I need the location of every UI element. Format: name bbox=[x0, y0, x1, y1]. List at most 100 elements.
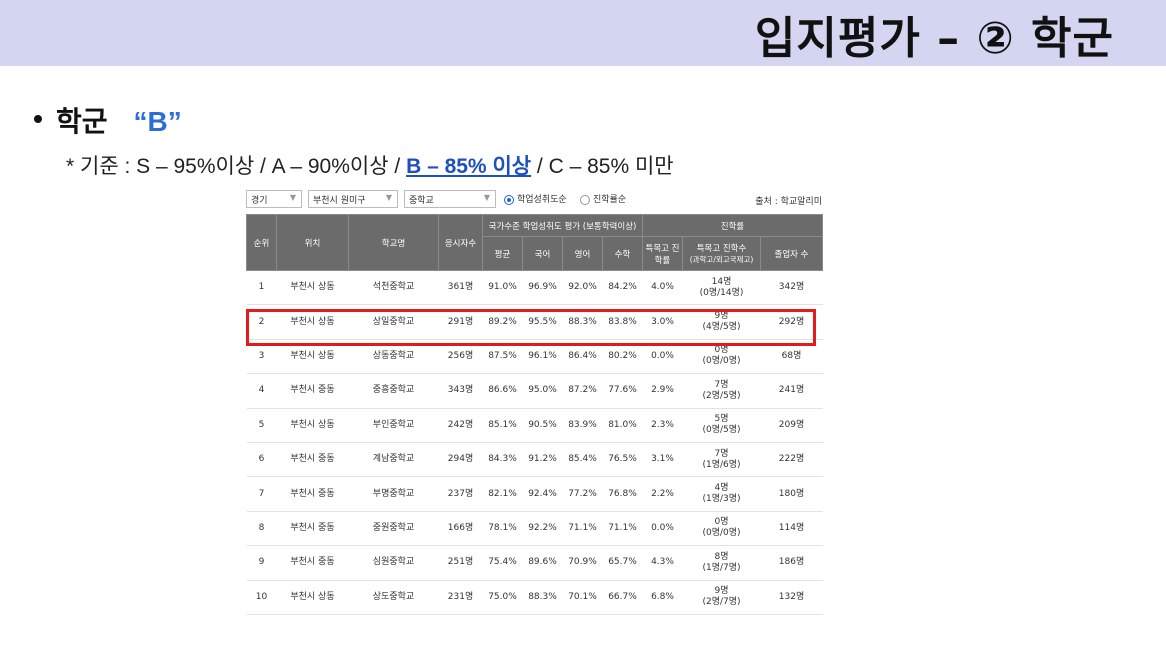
radio-advance-label: 진학률순 bbox=[593, 195, 627, 205]
cell-english: 87.2% bbox=[562, 373, 603, 409]
header-graduates: 졸업자 수 bbox=[760, 236, 823, 271]
cell-school: 계남중학교 bbox=[348, 442, 439, 478]
cell-location: 부천시 중동 bbox=[276, 373, 349, 409]
cell-location: 부천시 중동 bbox=[276, 545, 349, 581]
header-average: 평균 bbox=[482, 236, 523, 271]
cell-avg: 84.3% bbox=[482, 442, 523, 478]
cell-korean: 89.6% bbox=[522, 545, 563, 581]
bullet-dot-icon bbox=[34, 115, 42, 123]
cell-rank: 5 bbox=[246, 408, 277, 443]
table-row: 10 부천시 상동 상도중학교 231명 75.0% 88.3% 70.1% 66.7% 6.8… bbox=[246, 580, 823, 615]
page-title: 입지평가 – ② 학군 bbox=[754, 13, 1114, 64]
cell-graduates: 241명 bbox=[760, 373, 823, 409]
city-select[interactable]: 부천시 원미구 ▼ bbox=[308, 190, 398, 208]
source-note: 출처 : 학교알리미 bbox=[755, 197, 822, 207]
cell-special-rate: 0.0% bbox=[642, 511, 683, 547]
special-count-total: 7명 bbox=[714, 379, 729, 390]
table-row: 9 부천시 중동 심원중학교 251명 75.4% 89.6% 70.9% 65.7% 4.3%… bbox=[246, 545, 823, 581]
special-count-detail: (0명/0명) bbox=[702, 528, 741, 539]
header-english: 영어 bbox=[562, 236, 603, 271]
radio-achievement[interactable]: 학업성취도순 bbox=[504, 192, 567, 205]
cell-special-count: 9명 (2명/7명) bbox=[682, 580, 761, 615]
region-select-value: 경기 bbox=[251, 196, 268, 206]
region-select[interactable]: 경기 ▼ bbox=[246, 190, 302, 208]
cell-school: 부명중학교 bbox=[348, 476, 439, 512]
cell-special-count: 7명 (1명/6명) bbox=[682, 442, 761, 478]
cell-rank: 8 bbox=[246, 511, 277, 547]
school-level-select[interactable]: 중학교 ▼ bbox=[404, 190, 496, 208]
cell-avg: 75.0% bbox=[482, 580, 523, 615]
cell-graduates: 222명 bbox=[760, 442, 823, 478]
header-advance-group: 진학률 bbox=[642, 214, 823, 237]
criteria-prefix: * 기준 : S – 95%이상 / A – 90%이상 / bbox=[66, 155, 407, 178]
cell-avg: 85.1% bbox=[482, 408, 523, 443]
special-count-detail: (0명/5명) bbox=[702, 425, 741, 436]
cell-graduates: 186명 bbox=[760, 545, 823, 581]
criteria-highlight: B – 85% 이상 bbox=[406, 155, 532, 178]
highlight-box bbox=[246, 309, 816, 346]
bullet-label: 학군 bbox=[56, 105, 108, 138]
special-count-detail: (0명/14명) bbox=[699, 287, 744, 298]
cell-examinees: 251명 bbox=[438, 545, 483, 581]
cell-location: 부천시 중동 bbox=[276, 442, 349, 478]
radio-checked-icon bbox=[504, 194, 514, 205]
cell-school: 중원중학교 bbox=[348, 511, 439, 547]
header-special-count-sub: (과학고/외고국제고) bbox=[689, 255, 754, 264]
cell-rank: 9 bbox=[246, 545, 277, 581]
radio-achievement-label: 학업성취도순 bbox=[517, 195, 567, 205]
cell-english: 83.9% bbox=[562, 408, 603, 443]
cell-math: 71.1% bbox=[602, 511, 643, 547]
cell-special-rate: 6.8% bbox=[642, 580, 683, 615]
radio-unchecked-icon bbox=[580, 194, 590, 205]
cell-math: 76.8% bbox=[602, 476, 643, 512]
cell-rank: 4 bbox=[246, 373, 277, 409]
cell-korean: 92.4% bbox=[522, 476, 563, 512]
cell-english: 70.1% bbox=[562, 580, 603, 615]
cell-math: 76.5% bbox=[602, 442, 643, 478]
cell-location: 부천시 중동 bbox=[276, 476, 349, 512]
cell-special-count: 4명 (1명/3명) bbox=[682, 476, 761, 512]
cell-special-rate: 4.3% bbox=[642, 545, 683, 581]
special-count-total: 14명 bbox=[711, 276, 732, 287]
school-level-value: 중학교 bbox=[409, 196, 434, 206]
special-count-detail: (1명/3명) bbox=[702, 494, 741, 505]
cell-math: 77.6% bbox=[602, 373, 643, 409]
criteria-suffix: / C – 85% 미만 bbox=[531, 155, 674, 178]
special-count-total: 4명 bbox=[714, 483, 729, 494]
chevron-down-icon: ▼ bbox=[385, 193, 392, 202]
cell-school: 심원중학교 bbox=[348, 545, 439, 581]
grade-value: “B” bbox=[133, 106, 182, 137]
header-school: 학교명 bbox=[348, 214, 439, 271]
cell-examinees: 242명 bbox=[438, 408, 483, 443]
header-location: 위치 bbox=[276, 214, 349, 271]
cell-location: 부천시 상동 bbox=[276, 270, 349, 306]
cell-graduates: 342명 bbox=[760, 270, 823, 306]
cell-korean: 92.2% bbox=[522, 511, 563, 547]
cell-graduates: 132명 bbox=[760, 580, 823, 615]
cell-school: 상도중학교 bbox=[348, 580, 439, 615]
radio-advance-rate[interactable]: 진학률순 bbox=[580, 192, 626, 205]
cell-examinees: 343명 bbox=[438, 373, 483, 409]
school-ranking-panel: 경기 ▼ 부천시 원미구 ▼ 중학교 ▼ 학업성취도순 진학률순 출처 : 학교알리미… bbox=[246, 188, 823, 615]
cell-korean: 88.3% bbox=[522, 580, 563, 615]
cell-special-rate: 4.0% bbox=[642, 270, 683, 306]
criteria-line: * 기준 : S – 95%이상 / A – 90%이상 / B – 85% 이… bbox=[66, 150, 674, 180]
school-ranking-table: 순위 위치 학교명 응시자수 국가수준 학업성취도 평가 (보통학력이상) 진학… bbox=[246, 214, 823, 615]
cell-rank: 10 bbox=[246, 580, 277, 615]
cell-special-rate: 2.2% bbox=[642, 476, 683, 512]
header-examinees: 응시자수 bbox=[438, 214, 483, 271]
cell-graduates: 180명 bbox=[760, 476, 823, 512]
cell-math: 65.7% bbox=[602, 545, 643, 581]
special-count-total: 0명 bbox=[714, 517, 729, 528]
cell-english: 77.2% bbox=[562, 476, 603, 512]
special-count-detail: (1명/7명) bbox=[702, 562, 741, 573]
cell-special-count: 14명 (0명/14명) bbox=[682, 270, 761, 306]
special-count-total: 0명 bbox=[714, 345, 729, 356]
special-count-total: 9명 bbox=[714, 586, 729, 597]
cell-examinees: 231명 bbox=[438, 580, 483, 615]
cell-korean: 91.2% bbox=[522, 442, 563, 478]
chevron-down-icon: ▼ bbox=[289, 193, 296, 202]
header-special-count: 특목고 진학수 (과학고/외고국제고) bbox=[682, 236, 761, 271]
header-korean: 국어 bbox=[522, 236, 563, 271]
table-row: 1 부천시 상동 석천중학교 361명 91.0% 96.9% 92.0% 84.2% 4.0%… bbox=[246, 270, 823, 306]
